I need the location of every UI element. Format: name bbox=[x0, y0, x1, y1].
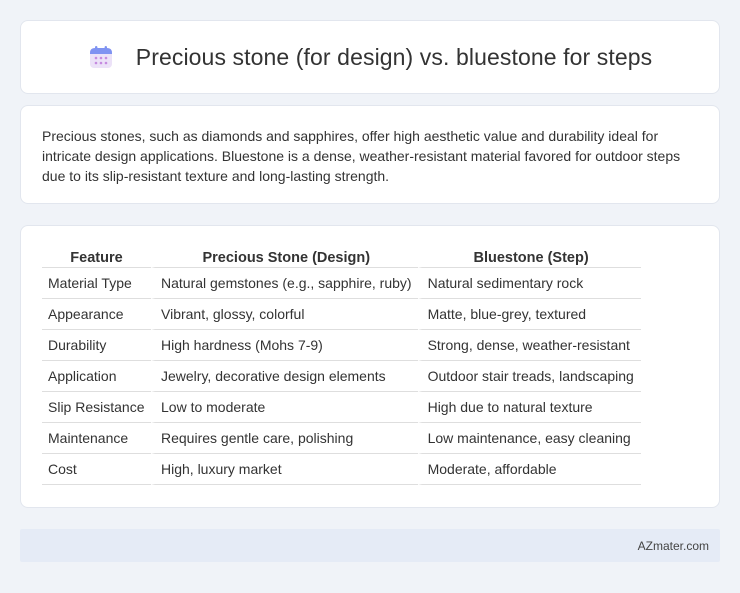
cell-bluestone: Matte, blue-grey, textured bbox=[417, 299, 641, 330]
table-row: Application Jewelry, decorative design e… bbox=[42, 361, 641, 392]
cell-bluestone: Strong, dense, weather-resistant bbox=[417, 330, 641, 361]
cell-bluestone: Moderate, affordable bbox=[417, 454, 641, 485]
table-row: Slip Resistance Low to moderate High due… bbox=[42, 392, 641, 423]
header-bluestone: Bluestone (Step) bbox=[417, 246, 641, 268]
footer-site-name: AZmater.com bbox=[637, 538, 709, 553]
cell-feature: Durability bbox=[42, 330, 151, 361]
cell-precious-stone: Low to moderate bbox=[151, 392, 418, 423]
cell-bluestone: High due to natural texture bbox=[417, 392, 641, 423]
table-row: Maintenance Requires gentle care, polish… bbox=[42, 423, 641, 454]
title-wrap: Precious stone (for design) vs. blueston… bbox=[88, 44, 652, 71]
cell-precious-stone: Requires gentle care, polishing bbox=[151, 423, 418, 454]
page-title: Precious stone (for design) vs. blueston… bbox=[135, 43, 653, 70]
cell-precious-stone: Jewelry, decorative design elements bbox=[151, 361, 418, 392]
table-row: Durability High hardness (Mohs 7-9) Stro… bbox=[42, 330, 641, 361]
table-row: Appearance Vibrant, glossy, colorful Mat… bbox=[42, 299, 641, 330]
cell-precious-stone: Vibrant, glossy, colorful bbox=[151, 299, 418, 330]
title-card: Precious stone (for design) vs. blueston… bbox=[20, 20, 720, 94]
cell-feature: Maintenance bbox=[42, 423, 151, 454]
cell-bluestone: Outdoor stair treads, landscaping bbox=[417, 361, 641, 392]
intro-card: Precious stones, such as diamonds and sa… bbox=[20, 105, 720, 204]
calendar-icon bbox=[89, 46, 112, 68]
intro-text: Precious stones, such as diamonds and sa… bbox=[42, 128, 681, 184]
cell-feature: Material Type bbox=[42, 268, 151, 299]
table-header-row: Feature Precious Stone (Design) Blueston… bbox=[42, 246, 641, 268]
header-feature: Feature bbox=[42, 246, 151, 268]
cell-feature: Cost bbox=[42, 454, 151, 485]
header-precious-stone: Precious Stone (Design) bbox=[151, 246, 418, 268]
cell-bluestone: Low maintenance, easy cleaning bbox=[417, 423, 641, 454]
comparison-card: Feature Precious Stone (Design) Blueston… bbox=[20, 225, 720, 508]
comparison-table: Feature Precious Stone (Design) Blueston… bbox=[42, 246, 641, 485]
table-row: Material Type Natural gemstones (e.g., s… bbox=[42, 268, 641, 299]
cell-precious-stone: High hardness (Mohs 7-9) bbox=[151, 330, 418, 361]
cell-feature: Slip Resistance bbox=[42, 392, 151, 423]
cell-feature: Appearance bbox=[42, 299, 151, 330]
cell-feature: Application bbox=[42, 361, 151, 392]
table-row: Cost High, luxury market Moderate, affor… bbox=[42, 454, 641, 485]
cell-precious-stone: High, luxury market bbox=[151, 454, 418, 485]
cell-precious-stone: Natural gemstones (e.g., sapphire, ruby) bbox=[151, 268, 418, 299]
cell-bluestone: Natural sedimentary rock bbox=[417, 268, 641, 299]
footer: AZmater.com bbox=[20, 529, 720, 562]
